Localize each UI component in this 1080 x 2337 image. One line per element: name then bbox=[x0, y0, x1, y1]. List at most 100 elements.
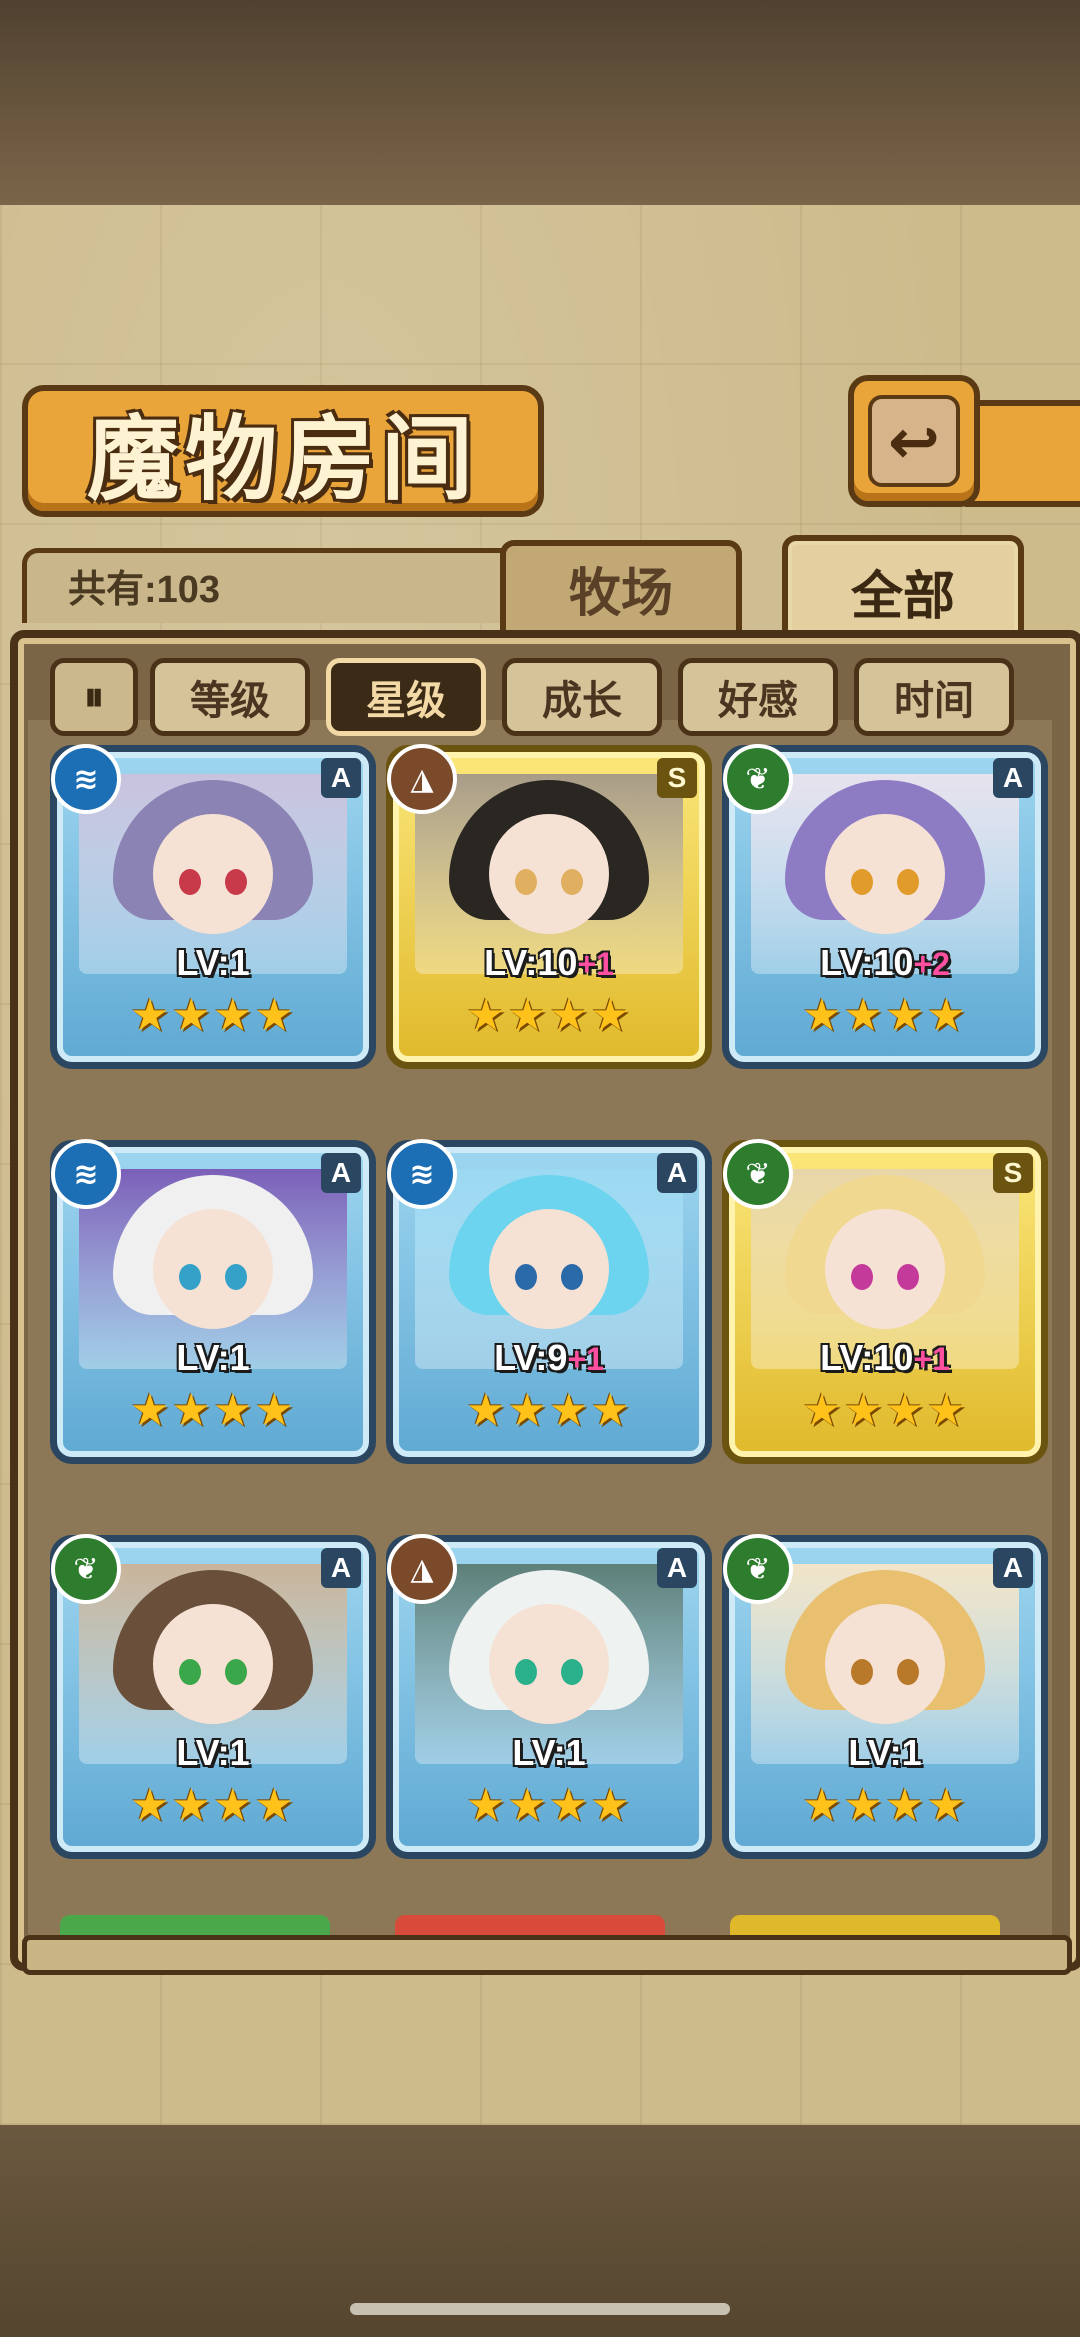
star-icon: ★ bbox=[802, 1780, 842, 1831]
monster-level: LV:1 bbox=[848, 1732, 922, 1773]
monster-level: LV:1 bbox=[176, 1732, 250, 1773]
rank-badge: A bbox=[993, 1548, 1033, 1588]
rank-badge: A bbox=[321, 1548, 361, 1588]
star-icon: ★ bbox=[549, 990, 589, 1041]
sort-growth-button[interactable]: 成长 bbox=[502, 658, 662, 736]
star-icon: ★ bbox=[843, 1780, 883, 1831]
monster-level: LV:9+1 bbox=[494, 1337, 604, 1378]
monster-level: LV:10+1 bbox=[484, 942, 614, 983]
monster-card[interactable]: LV:10+2 ★ ★ ★ ★ ❦ A bbox=[722, 744, 1048, 1069]
level-bonus: +1 bbox=[913, 1341, 950, 1377]
star-icon: ★ bbox=[802, 1385, 842, 1436]
wood-element-icon: ❦ bbox=[723, 744, 793, 814]
star-rating: ★ ★ ★ ★ bbox=[789, 992, 979, 1040]
sort-order-toggle[interactable]: ⏸ bbox=[50, 658, 138, 736]
pause-sort-icon: ⏸ bbox=[84, 674, 104, 720]
star-icon: ★ bbox=[549, 1385, 589, 1436]
star-icon: ★ bbox=[254, 1780, 294, 1831]
wood-element-icon: ❦ bbox=[723, 1534, 793, 1604]
star-rating: ★ ★ ★ ★ bbox=[117, 1387, 307, 1435]
star-rating: ★ ★ ★ ★ bbox=[789, 1782, 979, 1830]
star-icon: ★ bbox=[802, 990, 842, 1041]
star-rating: ★ ★ ★ ★ bbox=[789, 1387, 979, 1435]
star-icon: ★ bbox=[843, 990, 883, 1041]
star-icon: ★ bbox=[590, 1385, 630, 1436]
water-element-icon: ≋ bbox=[51, 1139, 121, 1209]
next-row-card-peek bbox=[60, 1915, 330, 1935]
home-indicator[interactable] bbox=[350, 2303, 730, 2315]
star-icon: ★ bbox=[926, 1780, 966, 1831]
sort-level-button[interactable]: 等级 bbox=[150, 658, 310, 736]
star-rating: ★ ★ ★ ★ bbox=[453, 992, 643, 1040]
star-icon: ★ bbox=[213, 990, 253, 1041]
map-background-top bbox=[0, 0, 1080, 205]
star-icon: ★ bbox=[843, 1385, 883, 1436]
rank-badge: A bbox=[993, 758, 1033, 798]
star-icon: ★ bbox=[254, 990, 294, 1041]
wood-element-icon: ❦ bbox=[51, 1534, 121, 1604]
star-icon: ★ bbox=[466, 1385, 506, 1436]
star-icon: ★ bbox=[254, 1385, 294, 1436]
sort-star-button[interactable]: 星级 bbox=[326, 658, 486, 736]
star-icon: ★ bbox=[171, 1385, 211, 1436]
next-row-card-peek bbox=[395, 1915, 665, 1935]
page-title-plaque: 魔物房间 bbox=[22, 385, 544, 517]
monster-card[interactable]: LV:10+1 ★ ★ ★ ★ ❦ S bbox=[722, 1139, 1048, 1464]
star-icon: ★ bbox=[466, 990, 506, 1041]
rank-badge: A bbox=[657, 1153, 697, 1193]
rank-badge: A bbox=[657, 1548, 697, 1588]
monster-level: LV:1 bbox=[512, 1732, 586, 1773]
monster-level: LV:1 bbox=[176, 942, 250, 983]
star-icon: ★ bbox=[213, 1385, 253, 1436]
rank-badge: A bbox=[321, 758, 361, 798]
star-icon: ★ bbox=[130, 1780, 170, 1831]
next-row-card-peek bbox=[730, 1915, 1000, 1935]
star-rating: ★ ★ ★ ★ bbox=[453, 1387, 643, 1435]
star-icon: ★ bbox=[885, 1385, 925, 1436]
tab-all[interactable]: 全部 bbox=[782, 535, 1024, 641]
star-icon: ★ bbox=[590, 1780, 630, 1831]
star-icon: ★ bbox=[926, 1385, 966, 1436]
star-icon: ★ bbox=[590, 990, 630, 1041]
sort-affection-button[interactable]: 好感 bbox=[678, 658, 838, 736]
star-icon: ★ bbox=[549, 1780, 589, 1831]
monster-count: 共有:103 bbox=[68, 569, 221, 611]
star-icon: ★ bbox=[213, 1780, 253, 1831]
monster-card[interactable]: LV:1 ★ ★ ★ ★ ❦ A bbox=[50, 1534, 376, 1859]
tab-ranch[interactable]: 牧场 bbox=[500, 540, 742, 631]
star-rating: ★ ★ ★ ★ bbox=[453, 1782, 643, 1830]
monster-card[interactable]: LV:1 ★ ★ ★ ★ ≋ A bbox=[50, 744, 376, 1069]
level-bonus: +1 bbox=[567, 1341, 604, 1377]
page-title: 魔物房间 bbox=[86, 404, 479, 513]
star-icon: ★ bbox=[507, 1385, 547, 1436]
star-icon: ★ bbox=[130, 1385, 170, 1436]
back-arrow-icon: ↩ bbox=[868, 395, 960, 487]
monster-level: LV:10+1 bbox=[820, 1337, 950, 1378]
back-button[interactable]: ↩ bbox=[848, 375, 980, 507]
star-icon: ★ bbox=[171, 990, 211, 1041]
star-icon: ★ bbox=[507, 1780, 547, 1831]
wood-element-icon: ❦ bbox=[723, 1139, 793, 1209]
monster-card[interactable]: LV:9+1 ★ ★ ★ ★ ≋ A bbox=[386, 1139, 712, 1464]
monster-card[interactable]: LV:1 ★ ★ ★ ★ ≋ A bbox=[50, 1139, 376, 1464]
star-icon: ★ bbox=[926, 990, 966, 1041]
monster-card[interactable]: LV:10+1 ★ ★ ★ ★ ◮ S bbox=[386, 744, 712, 1069]
star-icon: ★ bbox=[466, 1780, 506, 1831]
star-icon: ★ bbox=[507, 990, 547, 1041]
panel-bottom-bar bbox=[22, 1935, 1072, 1975]
star-icon: ★ bbox=[130, 990, 170, 1041]
star-rating: ★ ★ ★ ★ bbox=[117, 992, 307, 1040]
level-bonus: +2 bbox=[913, 946, 950, 982]
star-icon: ★ bbox=[885, 1780, 925, 1831]
level-bonus: +1 bbox=[577, 946, 614, 982]
monster-level: LV:1 bbox=[176, 1337, 250, 1378]
rank-badge: S bbox=[657, 758, 697, 798]
monster-level: LV:10+2 bbox=[820, 942, 950, 983]
sort-time-button[interactable]: 时间 bbox=[854, 658, 1014, 736]
monster-card[interactable]: LV:1 ★ ★ ★ ★ ❦ A bbox=[722, 1534, 1048, 1859]
monster-card[interactable]: LV:1 ★ ★ ★ ★ ◮ A bbox=[386, 1534, 712, 1859]
rank-badge: A bbox=[321, 1153, 361, 1193]
earth-element-icon: ◮ bbox=[387, 1534, 457, 1604]
water-element-icon: ≋ bbox=[387, 1139, 457, 1209]
star-rating: ★ ★ ★ ★ bbox=[117, 1782, 307, 1830]
